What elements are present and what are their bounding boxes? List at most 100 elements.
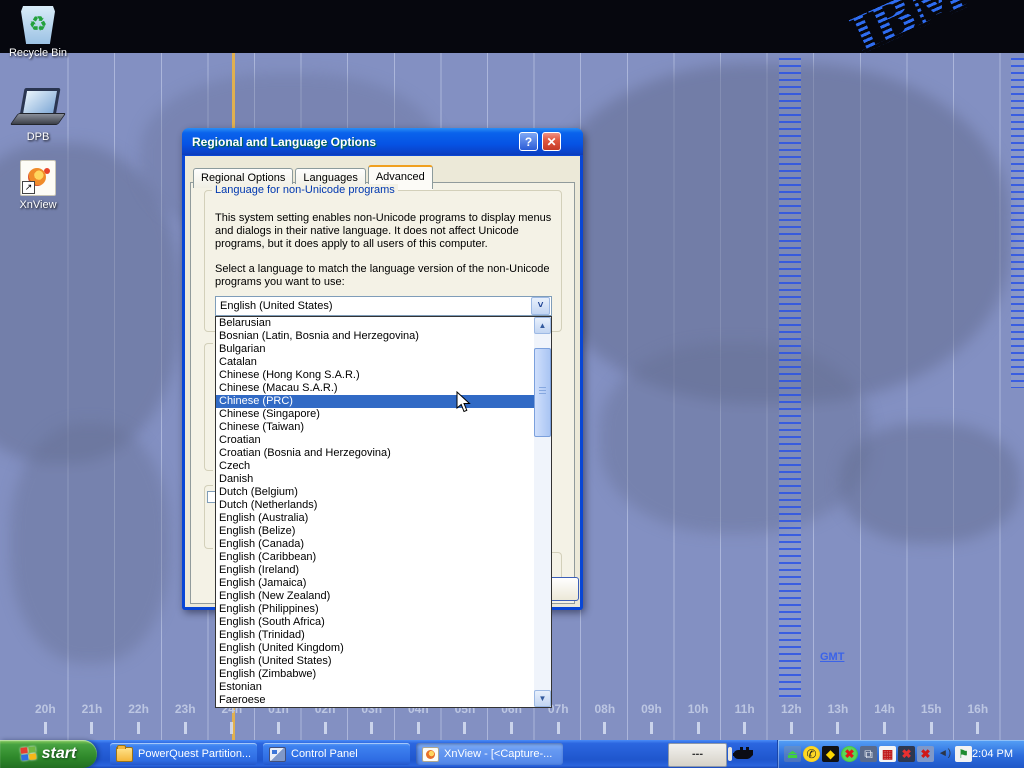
- language-option[interactable]: English (Philippines): [216, 603, 534, 616]
- hour-tick: [930, 722, 933, 734]
- hour-label: 14h: [861, 702, 908, 734]
- volume-icon[interactable]: ◄): [936, 746, 953, 762]
- groupbox-edge-fragment: [204, 343, 213, 471]
- hour-tick: [650, 722, 653, 734]
- hour-tick: [883, 722, 886, 734]
- language-option[interactable]: Chinese (Singapore): [216, 408, 534, 421]
- hour-tick: [184, 722, 187, 734]
- list-scrollbar[interactable]: ▲ ▼: [534, 317, 551, 707]
- hour-tick: [137, 722, 140, 734]
- language-option[interactable]: Chinese (Hong Kong S.A.R.): [216, 369, 534, 382]
- language-option[interactable]: Czech: [216, 460, 534, 473]
- task-button[interactable]: Control Panel: [263, 743, 410, 765]
- xnview-icon: ↗: [20, 160, 56, 196]
- language-option[interactable]: Dutch (Netherlands): [216, 499, 534, 512]
- hour-label: 21h: [69, 702, 116, 734]
- close-button[interactable]: ✕: [542, 132, 561, 151]
- hour-tick: [230, 722, 233, 734]
- power-plug-icon[interactable]: [733, 745, 755, 763]
- deskband-toolbar[interactable]: ---: [668, 743, 727, 767]
- hour-tick: [44, 722, 47, 734]
- network-disconnected-icon[interactable]: ✖: [917, 746, 934, 762]
- hour-tick: [603, 722, 606, 734]
- task-button[interactable]: XnView - [<Capture-...: [416, 743, 563, 765]
- language-option[interactable]: Catalan: [216, 356, 534, 369]
- gmt-label: GMT: [820, 651, 844, 663]
- top-band: IBM: [0, 0, 1024, 53]
- tray-icons: ⏏✆◆✖⧉▦✖✖◄)⚑: [784, 746, 972, 762]
- hour-label: 08h: [582, 702, 629, 734]
- language-option[interactable]: Estonian: [216, 681, 534, 694]
- display-error-icon[interactable]: ✖: [898, 746, 915, 762]
- task-buttons: PowerQuest Partition... Control Panel XnVi…: [110, 743, 563, 765]
- language-option[interactable]: English (United States): [216, 655, 534, 668]
- language-option[interactable]: Croatian: [216, 434, 534, 447]
- safely-remove-hardware-icon[interactable]: ⏏: [784, 746, 801, 762]
- hour-label: 10h: [675, 702, 722, 734]
- icon-label: DPB: [0, 131, 76, 143]
- language-option[interactable]: Faeroese: [216, 694, 534, 707]
- language-option[interactable]: Chinese (Taiwan): [216, 421, 534, 434]
- scrollbar-thumb[interactable]: [534, 348, 551, 437]
- help-button[interactable]: ?: [519, 132, 538, 151]
- start-button[interactable]: start: [0, 740, 97, 768]
- agent-phone-icon[interactable]: ✆: [803, 746, 820, 762]
- start-label: start: [42, 745, 77, 763]
- desktop: GMT 20h21h22h23h24h01h02h03h04h05h06h07h…: [0, 0, 1024, 768]
- task-button[interactable]: PowerQuest Partition...: [110, 743, 257, 765]
- hour-tick: [417, 722, 420, 734]
- sync-error-icon[interactable]: ✖: [841, 746, 858, 762]
- powerquest-diamond-icon[interactable]: ◆: [822, 746, 839, 762]
- language-option[interactable]: English (Canada): [216, 538, 534, 551]
- windows-flag-icon: [20, 746, 37, 763]
- network-computers-icon[interactable]: ⧉: [860, 746, 877, 762]
- language-option[interactable]: English (United Kingdom): [216, 642, 534, 655]
- language-option[interactable]: English (Jamaica): [216, 577, 534, 590]
- scroll-up-icon[interactable]: ▲: [534, 317, 551, 334]
- desktop-icon-dpb[interactable]: DPB: [0, 86, 76, 143]
- hour-tick: [510, 722, 513, 734]
- language-option[interactable]: English (Caribbean): [216, 551, 534, 564]
- language-option[interactable]: English (Trinidad): [216, 629, 534, 642]
- hour-tick: [557, 722, 560, 734]
- taskbar: start PowerQuest Partition... Control Pan…: [0, 740, 1024, 768]
- language-option[interactable]: Belarusian: [216, 317, 534, 330]
- description-text: This system setting enables non-Unicode …: [215, 212, 567, 251]
- language-option[interactable]: Chinese (Macau S.A.R.): [216, 382, 534, 395]
- hour-label: 13h: [815, 702, 862, 734]
- language-option[interactable]: English (Belize): [216, 525, 534, 538]
- language-combobox[interactable]: English (United States) ˅: [215, 296, 552, 316]
- chevron-down-icon[interactable]: ˅: [531, 297, 550, 315]
- system-tray: ⏏✆◆✖⧉▦✖✖◄)⚑ 2:04 PM: [777, 740, 1024, 768]
- language-option[interactable]: Dutch (Belgium): [216, 486, 534, 499]
- language-option[interactable]: Croatian (Bosnia and Herzegovina): [216, 447, 534, 460]
- language-dropdown-list: BelarusianBosnian (Latin, Bosnia and Her…: [215, 316, 552, 708]
- taskbar-clock[interactable]: 2:04 PM: [972, 748, 1013, 760]
- groupbox-label: Language for non-Unicode programs: [212, 184, 398, 196]
- hour-label: 23h: [162, 702, 209, 734]
- language-option[interactable]: English (South Africa): [216, 616, 534, 629]
- desktop-icon-recycle-bin[interactable]: ♻ Recycle Bin: [0, 6, 76, 59]
- timezone-hatched-band: [779, 58, 801, 698]
- task-icon: [116, 747, 133, 762]
- mouse-cursor: [456, 391, 473, 413]
- language-option[interactable]: English (Australia): [216, 512, 534, 525]
- desktop-icon-xnview[interactable]: ↗ XnView: [0, 160, 76, 211]
- hour-tick: [743, 722, 746, 734]
- language-option[interactable]: Danish: [216, 473, 534, 486]
- language-option[interactable]: English (Ireland): [216, 564, 534, 577]
- language-option[interactable]: English (Zimbabwe): [216, 668, 534, 681]
- hour-tick: [836, 722, 839, 734]
- language-option[interactable]: Bosnian (Latin, Bosnia and Herzegovina): [216, 330, 534, 343]
- language-option[interactable]: Bulgarian: [216, 343, 534, 356]
- ibm-logo: IBM: [842, 0, 974, 53]
- combobox-value: English (United States): [216, 300, 531, 312]
- language-option[interactable]: Chinese (PRC): [216, 395, 534, 408]
- language-option[interactable]: English (New Zealand): [216, 590, 534, 603]
- chart-error-icon[interactable]: ▦: [879, 746, 896, 762]
- hour-label: 16h: [955, 702, 1002, 734]
- hour-tick: [976, 722, 979, 734]
- map-continent-shape: [600, 343, 870, 533]
- scroll-down-icon[interactable]: ▼: [534, 690, 551, 707]
- language-flag-icon[interactable]: ⚑: [955, 746, 972, 762]
